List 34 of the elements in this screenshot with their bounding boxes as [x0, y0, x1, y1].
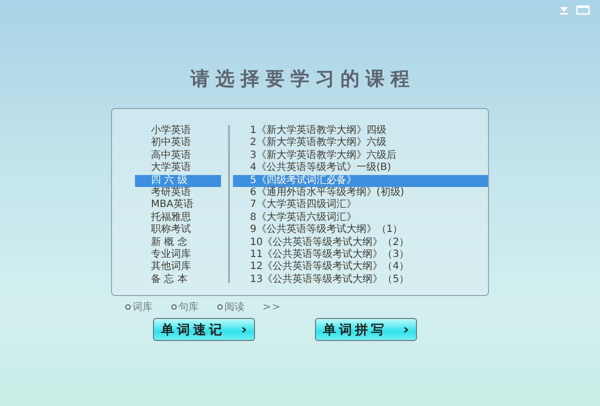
course-item[interactable]: 11《公共英语等级考试大纲》（3） [233, 248, 488, 262]
course-item[interactable]: 1《新大学英语教学大纲》四级 [233, 125, 488, 138]
mode-option[interactable]: 词库 [132, 300, 153, 314]
category-item[interactable]: MBA英语 [135, 199, 221, 212]
action-button[interactable]: 单词拼写 › [315, 318, 417, 341]
course-item[interactable]: 6《通用外语水平等级考纲》(初级) [233, 186, 488, 200]
mode-option[interactable]: 句库 [178, 300, 199, 314]
radio-icon[interactable] [170, 304, 177, 310]
course-item[interactable]: 7《大学英语四级词汇》 [233, 199, 488, 212]
category-item[interactable]: 托福雅思 [135, 212, 221, 224]
radio-icon[interactable] [216, 304, 223, 310]
category-item[interactable]: 考研英语 [135, 186, 221, 200]
category-item[interactable]: 职称考试 [135, 224, 221, 237]
category-item[interactable]: 高中英语 [135, 150, 221, 162]
more-link[interactable]: >> [262, 302, 282, 312]
category-item[interactable]: 小学英语 [135, 125, 221, 138]
category-item[interactable]: 专业词库 [135, 248, 221, 262]
radio-icon[interactable] [124, 304, 131, 310]
course-item[interactable]: 9《公共英语等级考试大纲》（1） [233, 224, 488, 237]
category-item[interactable]: 备 忘 本 [135, 274, 221, 286]
course-item[interactable]: 13《公共英语等级考试大纲》（5） [233, 274, 488, 286]
mode-option[interactable]: 阅读 [224, 300, 245, 314]
category-item[interactable]: 其他词库 [135, 261, 221, 274]
course-item[interactable]: 8《大学英语六级词汇》 [233, 212, 488, 224]
course-item[interactable]: 2《新大学英语教学大纲》六级 [233, 137, 488, 150]
action-button[interactable]: 单词速记 › [153, 318, 255, 341]
course-item[interactable]: 4《公共英语等级考试》一级(B) [233, 162, 488, 175]
course-item[interactable]: 12《公共英语等级考试大纲》（4） [233, 261, 488, 274]
course-item[interactable]: 10《公共英语等级考试大纲》（2） [233, 236, 488, 249]
page-title: 请选择要学习的课程 [189, 67, 416, 92]
category-item[interactable]: 新 概 念 [135, 236, 221, 249]
category-item[interactable]: 初中英语 [135, 137, 221, 150]
category-item[interactable]: 大学英语 [135, 162, 221, 175]
course-item[interactable]: 3《新大学英语教学大纲》六级后 [233, 150, 488, 162]
